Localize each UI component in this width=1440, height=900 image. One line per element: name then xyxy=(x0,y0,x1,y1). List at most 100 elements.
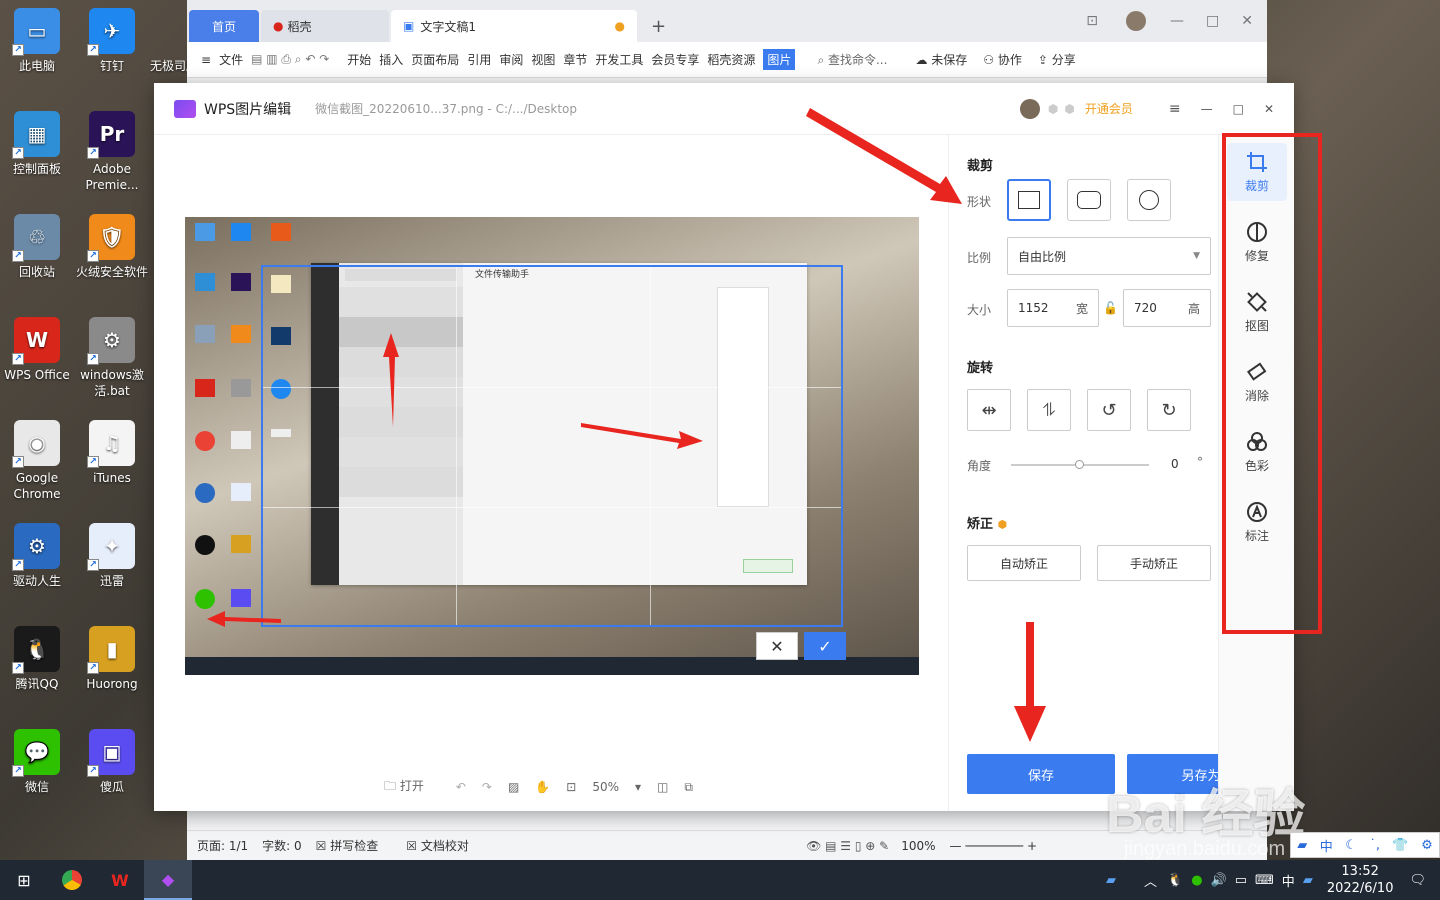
editor-maximize-icon[interactable]: □ xyxy=(1233,102,1244,116)
tab-document[interactable]: ▣ 文字文稿1 ● xyxy=(391,10,637,42)
menu-file[interactable]: 文件 xyxy=(219,51,243,68)
menu-review[interactable]: 审阅 xyxy=(499,51,523,68)
menu-devtools[interactable]: 开发工具 xyxy=(595,51,643,68)
fit-icon[interactable]: ⊡ xyxy=(566,780,576,794)
spell-check[interactable]: ☒ 拼写检查 xyxy=(316,837,393,854)
editor-close-icon[interactable]: ✕ xyxy=(1264,102,1274,116)
menu-insert[interactable]: 插入 xyxy=(379,51,403,68)
image-preview[interactable]: 文件传输助手 xyxy=(185,217,919,675)
undo-icon[interactable]: ↶ xyxy=(456,780,466,794)
desktop-icon-shagua[interactable]: ▣ ↗ 傻瓜 xyxy=(75,729,149,795)
menu-layout[interactable]: 页面布局 xyxy=(411,51,459,68)
angle-slider-thumb[interactable] xyxy=(1075,460,1084,469)
auto-correct-button[interactable]: 自动矫正 xyxy=(967,545,1081,581)
crop-confirm-button[interactable]: ✓ xyxy=(804,632,846,660)
height-input[interactable]: 720 高 xyxy=(1123,289,1211,327)
shape-rounded-button[interactable] xyxy=(1067,179,1111,221)
tray-wechat-icon[interactable]: ● xyxy=(1191,873,1202,888)
notification-icon[interactable]: 🗨 xyxy=(1409,873,1426,888)
taskbar-wps[interactable]: W xyxy=(96,860,144,900)
menu-icon[interactable]: ≡ xyxy=(1169,101,1181,117)
share-button[interactable]: ⇪ 分享 xyxy=(1038,51,1084,68)
desktop-icon-itunes[interactable]: ♫ ↗ iTunes xyxy=(75,420,149,486)
desktop-icon-wps-office[interactable]: W ↗ WPS Office xyxy=(0,317,74,383)
desktop-icon-huorong[interactable]: ▮ ↗ Huorong xyxy=(75,626,149,692)
lock-icon[interactable]: 🔓 xyxy=(1103,301,1118,315)
desktop-icon-qq[interactable]: 🐧 ↗ 腾讯QQ xyxy=(0,626,74,692)
zoom-value[interactable]: 50% xyxy=(592,780,619,794)
menu-reference[interactable]: 引用 xyxy=(467,51,491,68)
tray-clock[interactable]: 13:52 2022/6/10 xyxy=(1327,863,1394,897)
ratio-select[interactable]: 自由比例 ▼ xyxy=(1007,237,1211,275)
hand-icon[interactable]: ✋ xyxy=(535,780,550,794)
start-button[interactable]: ⊞ xyxy=(0,860,48,900)
close-icon[interactable]: ✕ xyxy=(1241,13,1253,29)
width-input[interactable]: 1152 宽 xyxy=(1007,289,1099,327)
tray-volume-icon[interactable]: 🔊 xyxy=(1211,873,1227,888)
desktop-icon-windows-activate[interactable]: ⚙ ↗ windows激活.bat xyxy=(75,317,149,399)
add-tab-button[interactable]: + xyxy=(639,10,678,42)
desktop-icon-wechat[interactable]: 💬 ↗ 微信 xyxy=(0,729,74,795)
manual-correct-button[interactable]: 手动矫正 xyxy=(1097,545,1211,581)
desktop-icon-recycle-bin[interactable]: ♲ ↗ 回收站 xyxy=(0,214,74,280)
user-avatar[interactable] xyxy=(1126,11,1147,31)
desktop-icon-thunder[interactable]: ✦ ↗ 迅雷 xyxy=(75,523,149,589)
view-mode-icons[interactable]: 👁 ▤ ☰ ▯ ⊕ ✎ xyxy=(806,839,889,853)
menu-start[interactable]: 开始 xyxy=(347,51,371,68)
menu-picture[interactable]: 图片 xyxy=(763,49,796,70)
shape-circle-button[interactable] xyxy=(1127,179,1171,221)
flip-vertical-button[interactable]: ⥮ xyxy=(1027,389,1071,431)
ime-toolbar[interactable]: ▰ 中 ☾ ˙, 👕 ⚙ xyxy=(1290,832,1440,858)
tray-ime-icon[interactable]: ▰ xyxy=(1106,873,1116,888)
doc-proof[interactable]: ☒ 文档校对 xyxy=(406,837,483,854)
maximize-icon[interactable]: □ xyxy=(1206,13,1219,29)
ime-lang[interactable]: 中 xyxy=(1320,836,1333,855)
save-button[interactable]: 保存 xyxy=(967,754,1115,794)
menu-chapter[interactable]: 章节 xyxy=(563,51,587,68)
desktop-icon-control-panel[interactable]: ▦ ↗ 控制面板 xyxy=(0,111,74,177)
crop-cancel-button[interactable]: ✕ xyxy=(756,632,798,660)
desktop-icon-google-chrome[interactable]: ◉ ↗ Google Chrome xyxy=(0,420,74,502)
taskbar-image-editor[interactable]: ◆ xyxy=(144,860,192,900)
editor-avatar[interactable] xyxy=(1019,98,1040,119)
shape-rect-button[interactable] xyxy=(1007,179,1051,221)
editor-minimize-icon[interactable]: — xyxy=(1201,102,1213,116)
vip-link[interactable]: 开通会员 xyxy=(1085,100,1133,117)
minimize-icon[interactable]: — xyxy=(1170,13,1184,29)
tray-ime2-icon[interactable]: ▰ xyxy=(1303,873,1313,888)
flip-horizontal-button[interactable]: ⇹ xyxy=(967,389,1011,431)
desktop-icon-dingtalk[interactable]: ✈ ↗ 钉钉 xyxy=(75,8,149,74)
desktop-icon-premiere[interactable]: Pr ↗ Adobe Premie... xyxy=(75,111,149,193)
tray-keyboard-icon[interactable]: ⌨ xyxy=(1255,873,1274,888)
zoom-slider[interactable]: — ──────── + xyxy=(950,839,1037,853)
search-command[interactable]: ⌕ 查找命令... xyxy=(817,51,895,68)
desktop-icon-this-pc[interactable]: ▭ ↗ 此电脑 xyxy=(0,8,74,74)
tab-home[interactable]: 首页 xyxy=(189,10,259,42)
hamburger-icon[interactable]: ≡ xyxy=(201,53,211,67)
angle-slider[interactable] xyxy=(1011,460,1149,469)
tray-expand-icon[interactable]: ︿ xyxy=(1144,871,1157,890)
layout-icon[interactable]: ⊡ xyxy=(1086,13,1098,29)
image-icon[interactable]: ▨ xyxy=(508,780,519,794)
copy-icon[interactable]: ⧉ xyxy=(684,780,693,795)
compare-icon[interactable]: ◫ xyxy=(657,780,668,794)
tray-network-icon[interactable]: ▭ xyxy=(1235,873,1247,888)
menu-view[interactable]: 视图 xyxy=(531,51,555,68)
unsaved-button[interactable]: ☁ 未保存 xyxy=(915,51,975,68)
menu-daoke-resources[interactable]: 稻壳资源 xyxy=(707,51,755,68)
tray-lang[interactable]: 中 xyxy=(1282,871,1295,890)
collab-button[interactable]: ⚇ 协作 xyxy=(983,51,1030,68)
rotate-left-button[interactable]: ↺ xyxy=(1087,389,1131,431)
taskbar-chrome[interactable] xyxy=(48,860,96,900)
redo-icon[interactable]: ↷ xyxy=(482,780,492,794)
rotate-right-button[interactable]: ↻ xyxy=(1147,389,1191,431)
zoom-level[interactable]: 100% xyxy=(901,839,935,853)
desktop-icon-huorong-security[interactable]: 🛡 ↗ 火绒安全软件 xyxy=(75,214,149,280)
tab-daoke[interactable]: ● 稻壳 xyxy=(261,10,389,42)
desktop-icon-driver-life[interactable]: ⚙ ↗ 驱动人生 xyxy=(0,523,74,589)
open-button[interactable]: 🗀 打开 xyxy=(384,777,440,798)
quick-tools[interactable]: ▤ ▥ ⎙ ⌕ ↶ ↷ xyxy=(251,52,329,67)
menu-vip[interactable]: 会员专享 xyxy=(651,51,699,68)
tray-qq-icon[interactable]: 🐧 xyxy=(1167,873,1183,888)
zoom-dropdown-icon[interactable]: ▾ xyxy=(635,780,641,794)
